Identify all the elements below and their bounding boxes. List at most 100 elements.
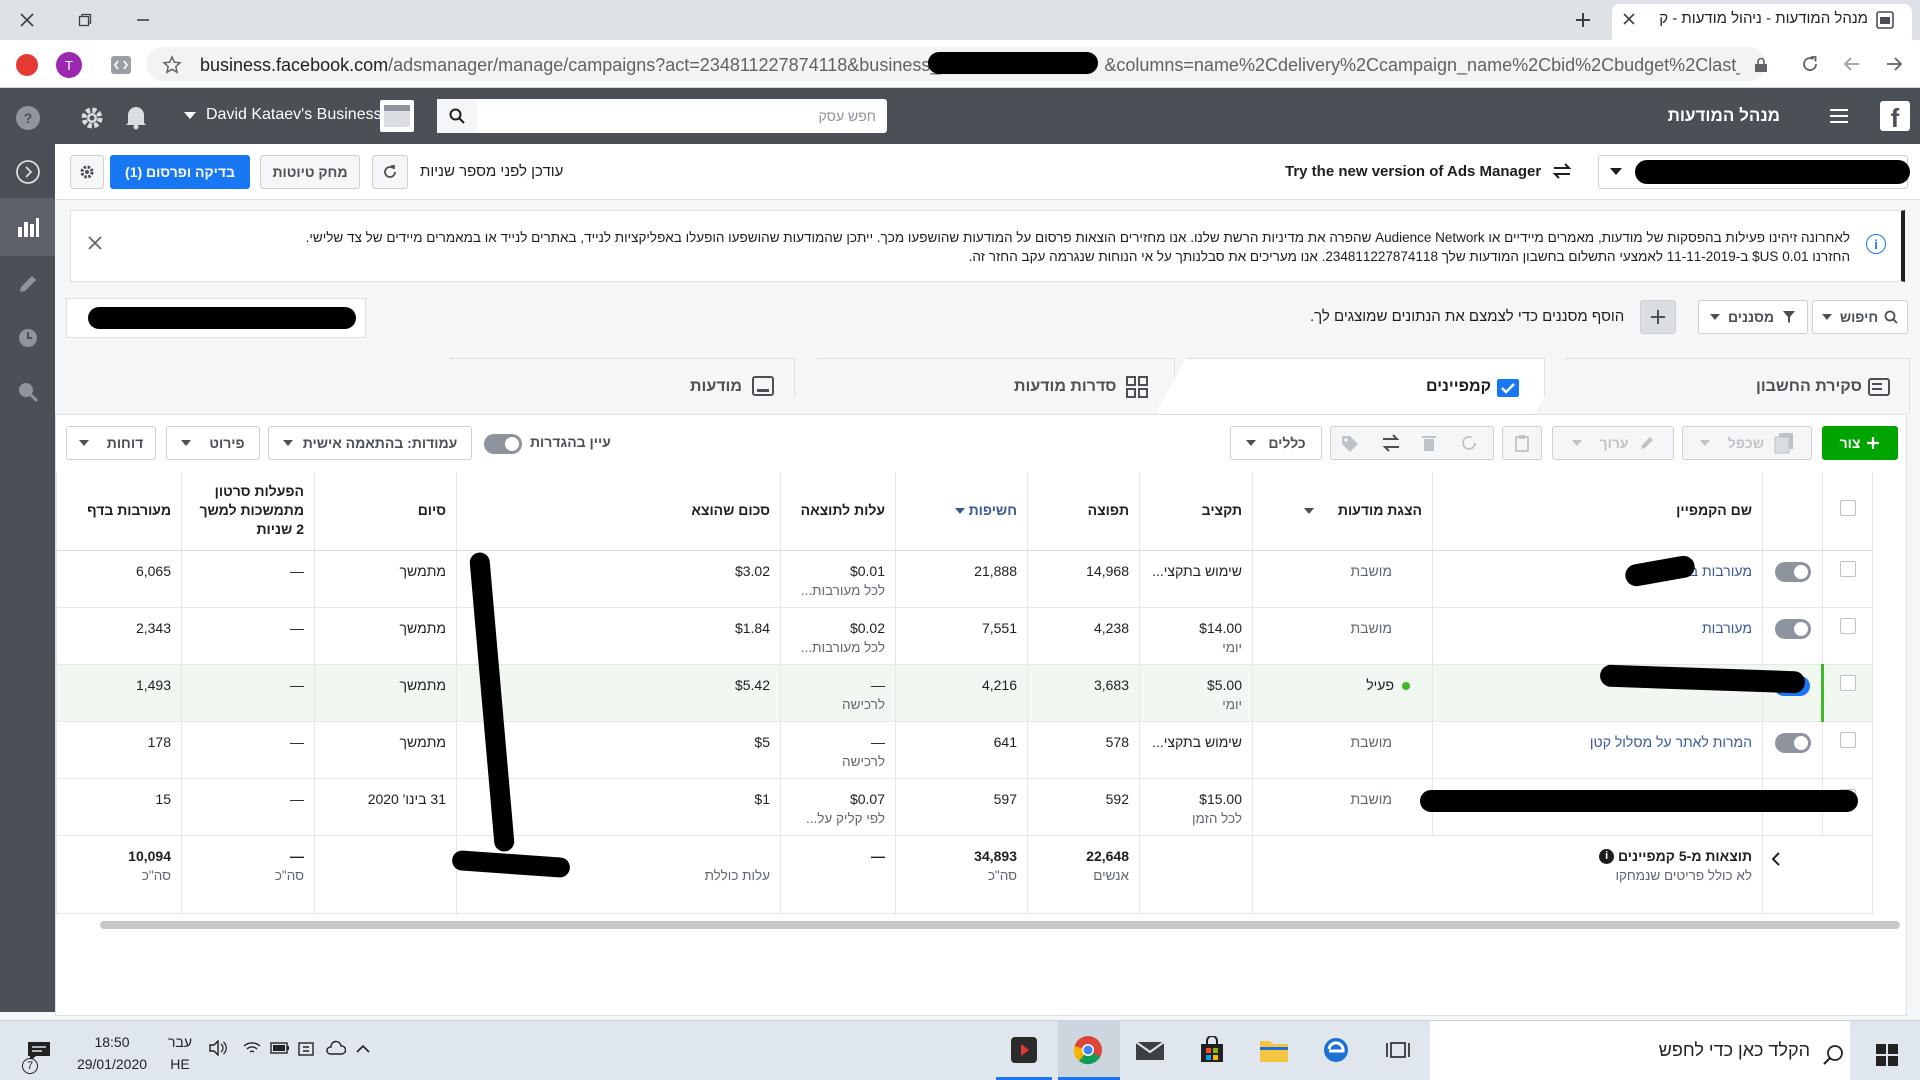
code-extension-icon[interactable]: [110, 55, 132, 75]
filters-dropdown[interactable]: מסננים: [1698, 300, 1808, 334]
row-checkbox[interactable]: [1839, 617, 1856, 634]
business-dropdown-caret-icon[interactable]: [184, 112, 196, 120]
row-toggle-cell[interactable]: [1762, 550, 1823, 608]
new-tab-icon[interactable]: [1568, 6, 1598, 34]
edge-browser-icon[interactable]: [1316, 1030, 1356, 1070]
tab-close-icon[interactable]: [1622, 12, 1636, 26]
battery-icon[interactable]: [270, 1042, 290, 1054]
reload-icon[interactable]: [1800, 54, 1820, 74]
business-avatar[interactable]: [380, 100, 414, 132]
add-filter-icon[interactable]: [1640, 300, 1676, 334]
review-publish-button[interactable]: בדיקה ופרסום (1): [110, 155, 250, 189]
search-icon[interactable]: [437, 99, 477, 133]
table-row[interactable]: מעורבות בפרסום מושבת שימוש בתקצי... 14,9…: [56, 550, 1873, 608]
row-checkbox-cell[interactable]: [1822, 721, 1873, 779]
wifi-icon[interactable]: [242, 1040, 262, 1056]
back-icon[interactable]: [1884, 54, 1904, 74]
campaign-toggle[interactable]: [1774, 561, 1811, 582]
onedrive-cloud-icon[interactable]: [326, 1040, 346, 1056]
row-checkbox[interactable]: [1839, 560, 1856, 577]
restore-window-icon[interactable]: [70, 6, 100, 34]
edit-button[interactable]: ערוך: [1552, 426, 1674, 460]
col-header-video-plays[interactable]: הפעלות סרטון מתמשכות למשך 2 שניות: [181, 472, 315, 551]
task-view-icon[interactable]: [1378, 1030, 1418, 1070]
col-header-page-engagement[interactable]: מעורבות בדף: [56, 472, 182, 551]
windows-start-icon[interactable]: [1876, 1044, 1898, 1066]
col-header-name[interactable]: שם הקמפיין: [1432, 472, 1763, 551]
profile-avatar[interactable]: T: [56, 52, 82, 78]
col-header-amount-spent[interactable]: סכום שהוצא: [456, 472, 781, 551]
view-setup-label[interactable]: עיין בהגדרות: [530, 434, 611, 450]
campaign-name[interactable]: מעורבות: [1432, 607, 1763, 665]
col-header-delivery[interactable]: הצגת מודעות: [1252, 472, 1433, 551]
row-checkbox-cell[interactable]: [1821, 664, 1873, 722]
input-language-code[interactable]: HE: [165, 1056, 195, 1072]
ab-test-icon[interactable]: [1380, 432, 1402, 454]
clock-history-icon[interactable]: [12, 322, 44, 354]
file-explorer-icon[interactable]: [1254, 1030, 1294, 1070]
row-checkbox-cell[interactable]: [1822, 550, 1873, 608]
media-app-icon[interactable]: [1004, 1030, 1044, 1070]
forward-icon[interactable]: [1842, 54, 1862, 74]
campaign-toggle[interactable]: [1774, 618, 1811, 639]
chevron-left-icon[interactable]: [1771, 851, 1781, 869]
notifications-bell-icon[interactable]: [124, 104, 148, 130]
select-all-checkbox[interactable]: [1839, 500, 1856, 517]
extension-icon[interactable]: [16, 54, 38, 76]
help-icon[interactable]: ?: [16, 106, 40, 130]
horizontal-scrollbar[interactable]: [100, 921, 1900, 929]
col-header-budget[interactable]: תקציב: [1139, 472, 1253, 551]
mail-icon[interactable]: [1130, 1030, 1170, 1070]
search-dropdown[interactable]: חיפוש: [1812, 300, 1908, 334]
row-checkbox[interactable]: [1839, 731, 1856, 748]
store-icon[interactable]: [1192, 1030, 1232, 1070]
delete-trash-icon[interactable]: [1420, 434, 1438, 452]
col-header-impressions[interactable]: חשיפות: [895, 472, 1028, 551]
campaign-name[interactable]: המרות לאתר על מסלול קטן: [1432, 721, 1763, 779]
table-row[interactable]: המרות לאתר על מסלול קטן מושבת שימוש בתקצ…: [56, 721, 1873, 779]
select-all-header[interactable]: [1822, 472, 1873, 551]
duplicate-button[interactable]: שכפל: [1682, 426, 1812, 460]
hamburger-menu-icon[interactable]: [1828, 106, 1850, 126]
undo-icon[interactable]: [1460, 434, 1478, 452]
table-row[interactable]: מעורבות מושבת $14.00 יומי 4,238 7,551 $0.…: [56, 607, 1873, 665]
row-checkbox-cell[interactable]: [1822, 607, 1873, 665]
volume-icon[interactable]: [208, 1040, 228, 1056]
breakdown-dropdown[interactable]: פירוט: [166, 426, 260, 460]
minimize-window-icon[interactable]: [128, 6, 158, 34]
view-setup-toggle[interactable]: [484, 434, 522, 454]
input-language[interactable]: עבר: [165, 1034, 195, 1050]
account-caret-icon[interactable]: [1610, 168, 1622, 176]
test-clipboard-icon[interactable]: [1502, 426, 1542, 460]
tray-expand-chevron-icon[interactable]: [355, 1044, 371, 1054]
pencil-edit-icon[interactable]: [12, 268, 44, 300]
try-new-version-link[interactable]: Try the new version of Ads Manager: [1285, 163, 1541, 180]
search-audit-icon[interactable]: [12, 376, 44, 408]
row-toggle-cell[interactable]: [1762, 721, 1823, 779]
columns-dropdown[interactable]: עמודות: בהתאמה אישית: [268, 426, 472, 460]
rules-dropdown[interactable]: כללים: [1230, 426, 1322, 460]
chrome-icon[interactable]: [1068, 1030, 1108, 1070]
bar-chart-icon[interactable]: [12, 211, 44, 243]
ads-manager-title[interactable]: מנהל המודעות: [1640, 106, 1780, 126]
col-header-cost-per-result[interactable]: עלות לתוצאה: [780, 472, 896, 551]
col-header-ends[interactable]: סיום: [314, 472, 457, 551]
tag-icon[interactable]: [1340, 434, 1360, 454]
refresh-icon[interactable]: [372, 155, 408, 189]
clock-date[interactable]: 29/01/2020: [66, 1056, 158, 1072]
clock-time[interactable]: 18:50: [66, 1034, 158, 1050]
expand-sidebar-icon[interactable]: [12, 156, 44, 188]
business-switcher[interactable]: David Kataev's Business: [206, 106, 382, 124]
create-button[interactable]: צור: [1822, 426, 1898, 460]
reports-dropdown[interactable]: דוחות: [66, 426, 156, 460]
discard-drafts-button[interactable]: מחק טיוטות: [260, 155, 360, 189]
tray-app-icon[interactable]: [298, 1040, 316, 1058]
row-toggle-cell[interactable]: [1762, 607, 1823, 665]
row-checkbox[interactable]: [1840, 674, 1856, 691]
tab-adsets[interactable]: [785, 358, 1175, 414]
campaign-toggle[interactable]: [1774, 732, 1811, 753]
close-notice-icon[interactable]: [88, 236, 102, 250]
close-window-icon[interactable]: [12, 6, 42, 34]
bookmark-star-icon[interactable]: [162, 55, 182, 75]
settings-small-icon[interactable]: [70, 155, 104, 189]
